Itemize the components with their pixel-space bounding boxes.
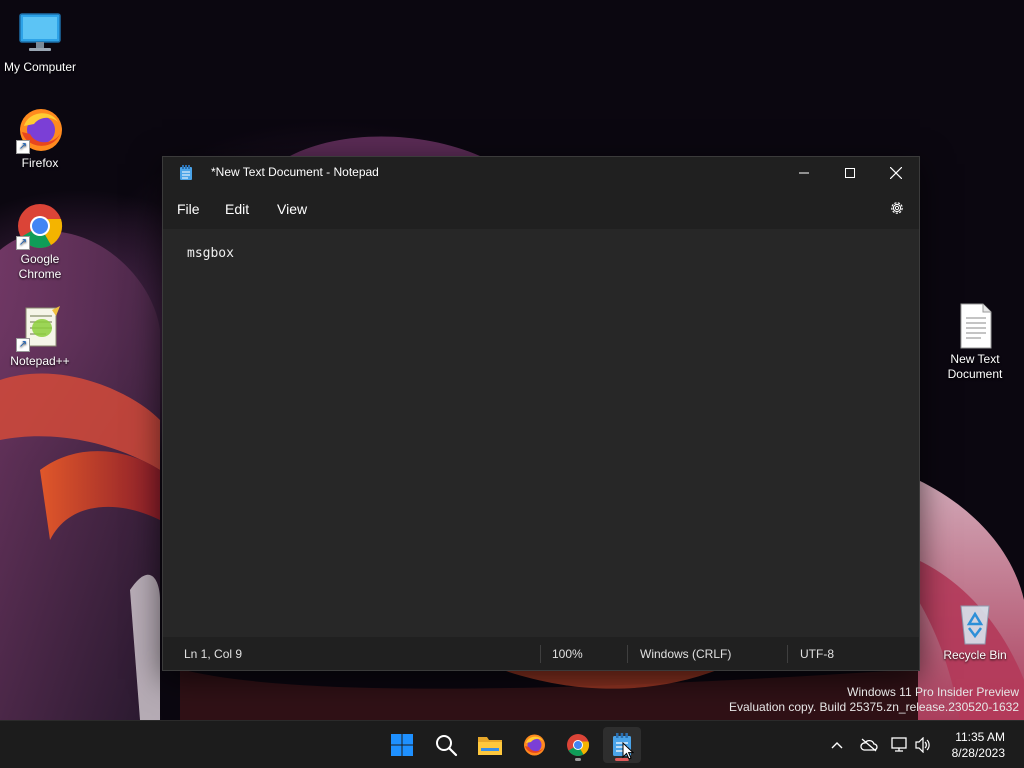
- firefox-taskbar-button[interactable]: [515, 727, 553, 763]
- shortcut-arrow-icon: ↗: [16, 236, 30, 250]
- text-editor-area[interactable]: msgbox: [163, 229, 919, 637]
- status-divider: [627, 645, 628, 663]
- firefox-icon: [524, 734, 545, 756]
- file-explorer-icon: [478, 737, 502, 755]
- maximize-button[interactable]: [827, 157, 873, 189]
- title-bar[interactable]: *New Text Document - Notepad: [163, 157, 919, 189]
- notepad-app-icon: [179, 165, 193, 186]
- running-indicator: [575, 758, 581, 761]
- file-explorer-button[interactable]: [471, 727, 509, 763]
- network-icon: [891, 737, 907, 752]
- maximize-icon: [845, 168, 855, 178]
- encoding: UTF-8: [800, 647, 834, 661]
- windows-watermark: Windows 11 Pro Insider Preview Evaluatio…: [729, 685, 1019, 715]
- close-button[interactable]: [873, 157, 919, 189]
- desktop-icon-new-text-document[interactable]: New Text Document: [935, 302, 1015, 382]
- line-ending: Windows (CRLF): [640, 647, 732, 661]
- status-divider: [540, 645, 541, 663]
- search-icon: [436, 735, 458, 757]
- window-title: *New Text Document - Notepad: [211, 165, 379, 179]
- zoom-level: 100%: [552, 647, 583, 661]
- clock-date: 8/28/2023: [951, 746, 1005, 760]
- desktop-icon-label: My Computer: [3, 60, 77, 74]
- desktop-icon-my-computer[interactable]: My Computer: [0, 10, 80, 75]
- taskbar: 11:35 AM 8/28/2023: [0, 720, 1024, 768]
- settings-gear-icon[interactable]: [889, 200, 905, 221]
- desktop-icon-notepad-plus-plus[interactable]: ↗ Notepad++: [0, 304, 80, 369]
- desktop-icon-google-chrome[interactable]: ↗ Google Chrome: [0, 202, 80, 282]
- text-file-icon: [951, 302, 999, 350]
- desktop-icon-recycle-bin[interactable]: Recycle Bin: [935, 598, 1015, 663]
- monitor-icon: [16, 10, 64, 58]
- recycle-bin-icon: [951, 598, 999, 646]
- minimize-icon: [799, 172, 809, 174]
- mouse-cursor-icon: [622, 741, 635, 764]
- notepad-plus-plus-icon: ↗: [16, 304, 64, 352]
- clock-time: 11:35 AM: [955, 730, 1005, 744]
- menu-bar: File Edit View: [163, 189, 919, 229]
- search-button[interactable]: [427, 727, 465, 763]
- start-button[interactable]: [383, 727, 421, 763]
- chrome-icon: [567, 734, 590, 756]
- chevron-up-icon: [831, 742, 843, 749]
- status-divider: [787, 645, 788, 663]
- desktop-icon-label: New Text Document: [947, 352, 1003, 381]
- close-icon: [890, 167, 902, 179]
- menu-file[interactable]: File: [177, 201, 200, 217]
- cloud-offline-icon: [860, 738, 878, 752]
- system-clock[interactable]: 11:35 AM 8/28/2023: [952, 729, 1005, 761]
- onedrive-tray-button[interactable]: [859, 735, 879, 755]
- watermark-line-1: Windows 11 Pro Insider Preview: [847, 685, 1019, 699]
- network-tray-button[interactable]: [890, 735, 910, 755]
- firefox-icon: ↗: [16, 106, 64, 154]
- status-bar: Ln 1, Col 9 100% Windows (CRLF) UTF-8: [163, 637, 919, 670]
- editor-content: msgbox: [187, 246, 234, 261]
- watermark-line-2: Evaluation copy. Build 25375.zn_release.…: [729, 700, 1019, 714]
- shortcut-arrow-icon: ↗: [16, 140, 30, 154]
- minimize-button[interactable]: [781, 157, 827, 189]
- cursor-position: Ln 1, Col 9: [184, 647, 243, 661]
- menu-view[interactable]: View: [277, 201, 307, 217]
- chrome-icon: ↗: [16, 202, 64, 250]
- desktop-icon-label: Recycle Bin: [943, 648, 1007, 662]
- shortcut-arrow-icon: ↗: [16, 338, 30, 352]
- chrome-taskbar-button[interactable]: [559, 727, 597, 763]
- desktop-icon-label: Notepad++: [10, 354, 70, 368]
- desktop-icon-firefox[interactable]: ↗ Firefox: [0, 106, 80, 171]
- speaker-icon: [915, 737, 930, 753]
- notepad-window: *New Text Document - Notepad File Edit V…: [162, 156, 920, 671]
- menu-edit[interactable]: Edit: [225, 201, 249, 217]
- volume-tray-button[interactable]: [913, 735, 933, 755]
- desktop-icon-label: Firefox: [21, 156, 59, 170]
- show-hidden-icons-button[interactable]: [827, 735, 847, 755]
- desktop-icon-label: Google Chrome: [18, 252, 62, 281]
- start-icon: [391, 734, 413, 756]
